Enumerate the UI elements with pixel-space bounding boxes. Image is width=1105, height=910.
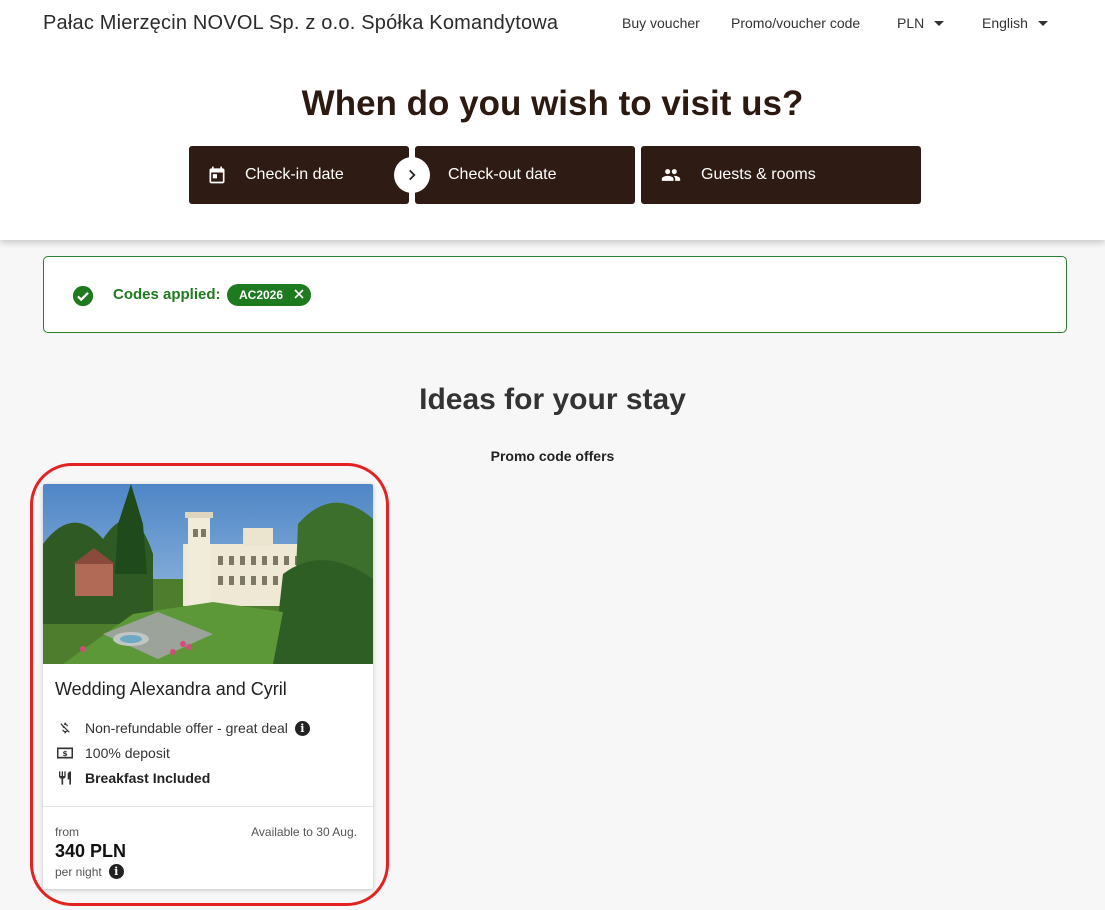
card-divider <box>43 806 373 807</box>
promo-code-label: Promo/voucher code <box>731 15 861 31</box>
promo-code-chip-label: AC2026 <box>239 288 284 302</box>
buy-voucher-label: Buy voucher <box>622 15 700 31</box>
guests-rooms-label: Guests & rooms <box>701 166 816 183</box>
check-in-button[interactable]: Check-in date <box>189 146 409 204</box>
currency-dropdown[interactable]: PLN <box>897 15 945 31</box>
offer-card[interactable]: Wedding Alexandra and Cyril Non-refundab… <box>43 484 373 889</box>
per-night-label: per night <box>55 864 102 879</box>
svg-text:$: $ <box>62 749 67 758</box>
calendar-icon <box>207 165 227 185</box>
cash-icon: $ <box>55 746 75 760</box>
caret-down-icon <box>934 20 945 26</box>
no-refund-icon <box>55 720 75 736</box>
caret-down-icon <box>1037 20 1048 26</box>
availability-label: Available to 30 Aug. <box>251 825 357 839</box>
palace-photo <box>43 484 373 664</box>
check-out-label: Check-out date <box>448 166 557 183</box>
feature-non-refundable: Non-refundable offer - great deal i <box>55 720 310 736</box>
chevron-right-icon <box>394 157 430 193</box>
guests-rooms-button[interactable]: Guests & rooms <box>641 146 921 204</box>
top-bar: Pałac Mierzęcin NOVOL Sp. z o.o. Spółka … <box>0 0 1105 240</box>
language-label: English <box>982 15 1028 31</box>
people-icon <box>659 165 683 185</box>
fork-knife-icon <box>55 770 75 786</box>
feature-breakfast: Breakfast Included <box>55 770 210 786</box>
check-circle-icon <box>72 285 94 312</box>
promo-offers-subtitle: Promo code offers <box>490 448 615 464</box>
currency-label: PLN <box>897 15 925 31</box>
buy-voucher-link[interactable]: Buy voucher <box>622 15 700 31</box>
promo-code-link[interactable]: Promo/voucher code <box>731 15 860 31</box>
feature-label: 100% deposit <box>85 745 170 761</box>
check-in-label: Check-in date <box>245 166 344 183</box>
offer-price: 340 PLN <box>55 841 127 861</box>
codes-applied-banner: Codes applied: AC2026 <box>43 256 1067 333</box>
brand-name[interactable]: Pałac Mierzęcin NOVOL Sp. z o.o. Spółka … <box>43 12 558 35</box>
info-icon[interactable]: i <box>294 720 310 736</box>
feature-label: Breakfast Included <box>85 770 211 786</box>
remove-code-icon[interactable] <box>291 286 307 305</box>
per-night-row: per night i <box>55 864 124 879</box>
info-icon[interactable]: i <box>108 864 124 879</box>
page-title: When do you wish to visit us? <box>301 84 804 123</box>
offer-title: Wedding Alexandra and Cyril <box>55 679 287 699</box>
language-dropdown[interactable]: English <box>982 15 1048 31</box>
feature-deposit: $ 100% deposit <box>55 745 170 761</box>
feature-label: Non-refundable offer - great deal <box>85 720 288 736</box>
from-label: from <box>55 825 79 839</box>
codes-applied-label: Codes applied: <box>113 286 221 303</box>
ideas-title: Ideas for your stay <box>419 383 686 416</box>
promo-code-chip[interactable]: AC2026 <box>227 284 312 306</box>
check-out-button[interactable]: Check-out date <box>415 146 635 204</box>
